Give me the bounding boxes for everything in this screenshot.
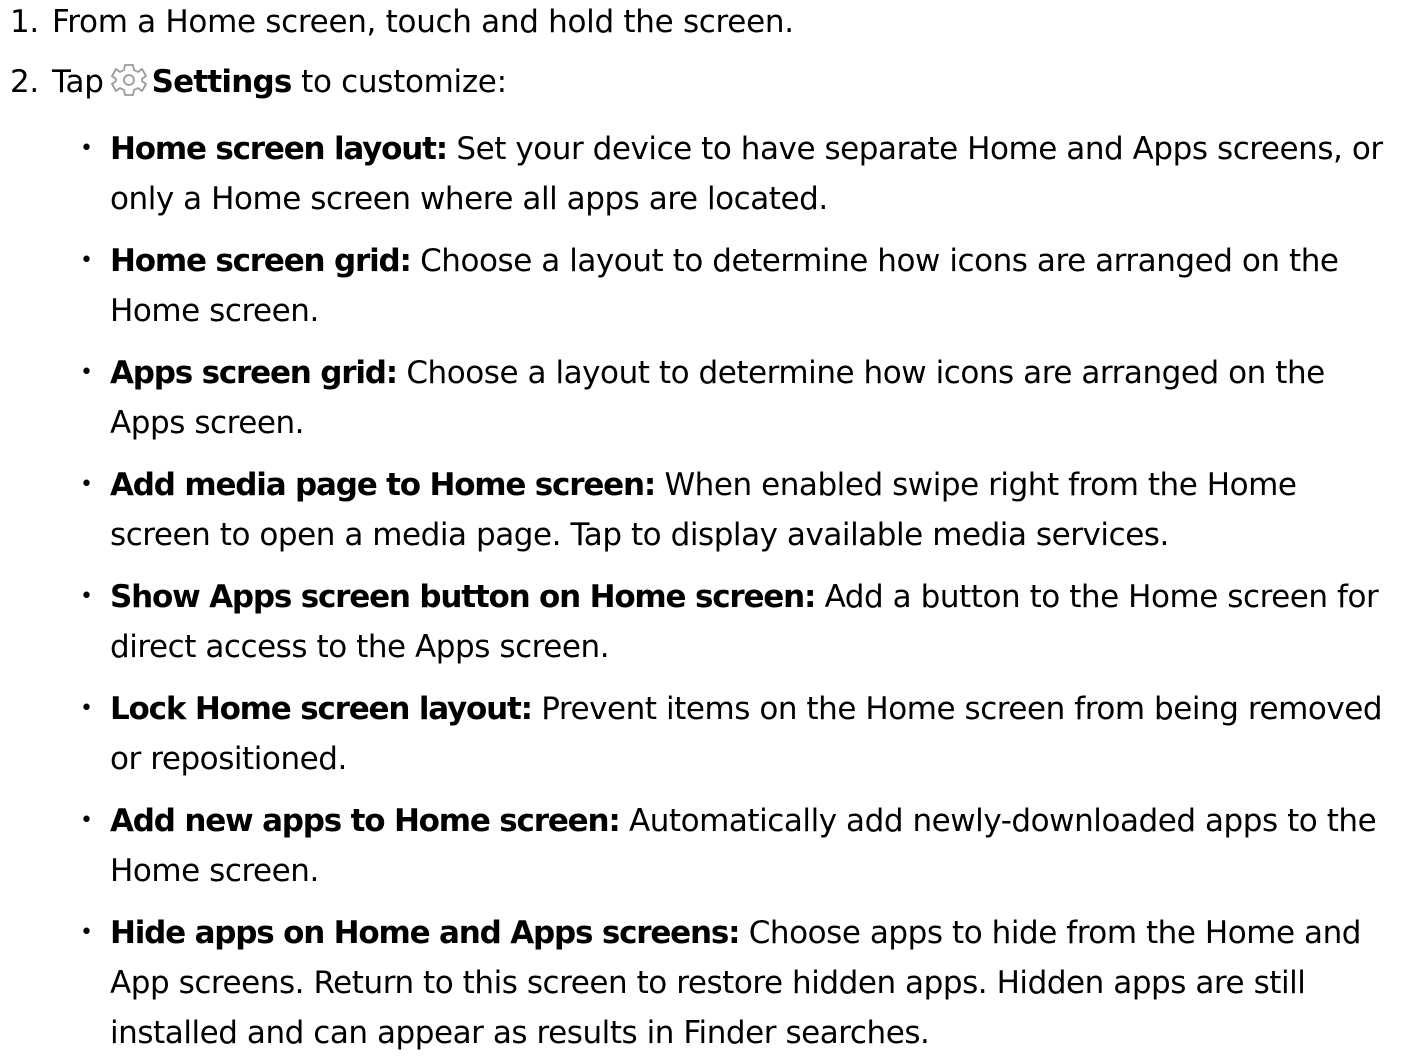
option-term: Add new apps to Home screen: bbox=[110, 803, 621, 839]
option-term: Home screen grid: bbox=[110, 243, 412, 279]
list-item: • Show Apps screen button on Home screen:… bbox=[80, 572, 1400, 672]
bullet: • bbox=[80, 360, 93, 385]
bullet: • bbox=[80, 808, 93, 833]
settings-label: Settings bbox=[151, 64, 293, 100]
step-text: From a Home screen, touch and hold the s… bbox=[52, 4, 794, 40]
settings-gear-icon bbox=[104, 60, 152, 100]
list-item: • Lock Home screen layout: Prevent items … bbox=[80, 684, 1400, 784]
list-item: • Add new apps to Home screen: Automatica… bbox=[80, 796, 1400, 896]
list-item: • Add media page to Home screen: When ena… bbox=[80, 460, 1400, 560]
step-1: 1. From a Home screen, touch and hold the… bbox=[0, 2, 794, 42]
option-term: Hide apps on Home and Apps screens: bbox=[110, 915, 741, 951]
bullet: • bbox=[80, 920, 93, 945]
list-item: • Apps screen grid: Choose a layout to de… bbox=[80, 348, 1400, 448]
step-number: 1. bbox=[10, 4, 39, 40]
option-term: Lock Home screen layout: bbox=[110, 691, 533, 727]
step-text-after: to customize: bbox=[291, 64, 507, 100]
document-page: 1. From a Home screen, touch and hold the… bbox=[0, 0, 1408, 1051]
bullet: • bbox=[80, 248, 93, 273]
bullet: • bbox=[80, 136, 93, 161]
step-number: 2. bbox=[10, 64, 39, 100]
bullet: • bbox=[80, 584, 93, 609]
step-2: 2. Tap Settings to customize: bbox=[0, 62, 507, 102]
list-item: • Hide apps on Home and Apps screens: Cho… bbox=[80, 908, 1400, 1058]
option-term: Add media page to Home screen: bbox=[110, 467, 656, 503]
option-term: Home screen layout: bbox=[110, 131, 448, 167]
list-item: • Home screen grid: Choose a layout to de… bbox=[80, 236, 1400, 336]
step-text-before: Tap bbox=[52, 64, 104, 100]
bullet: • bbox=[80, 472, 93, 497]
option-term: Apps screen grid: bbox=[110, 355, 398, 391]
bullet: • bbox=[80, 696, 93, 721]
list-item: • Home screen layout: Set your device to … bbox=[80, 124, 1400, 224]
option-term: Show Apps screen button on Home screen: bbox=[110, 579, 816, 615]
